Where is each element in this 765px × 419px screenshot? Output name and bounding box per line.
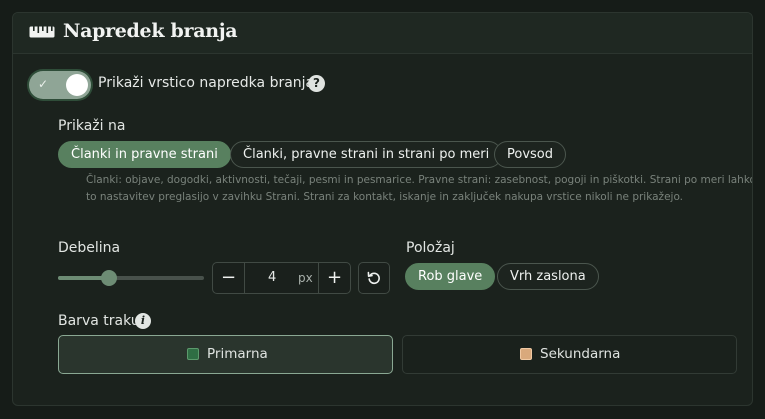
panel-title: Napredek branja [63,20,238,42]
question-icon[interactable]: ? [308,75,325,92]
thickness-input[interactable]: 4 [268,263,276,293]
slider-thumb[interactable] [101,270,118,286]
thickness-label: Debelina [58,240,121,256]
panel-header: Napredek branja [13,13,752,54]
reset-icon [367,271,380,285]
show-progress-label: Prikaži vrstico napredka branja [98,75,315,91]
bar-color-label: Barva traku [58,313,140,329]
show-progress-toggle[interactable]: ✓ [29,71,91,99]
thickness-unit: px [298,271,313,285]
decrement-button[interactable]: − [213,263,245,293]
ruler-icon [29,26,55,38]
increment-button[interactable]: + [318,263,350,293]
primary-swatch [187,348,199,360]
secondary-swatch [520,348,532,360]
thickness-slider[interactable] [58,270,204,286]
show-on-option-everywhere[interactable]: Povsod [494,141,567,168]
position-option-header-edge[interactable]: Rob glave [405,263,496,290]
check-icon: ✓ [38,77,49,91]
show-on-option-articles-legal-custom[interactable]: Članki, pravne strani in strani po meri [230,141,503,168]
info-icon[interactable]: i [135,313,151,329]
secondary-label: Sekundarna [540,346,621,362]
position-label: Položaj [406,240,455,256]
color-option-primary[interactable]: Primarna [58,335,393,374]
toggle-knob [66,74,88,96]
color-option-secondary[interactable]: Sekundarna [402,335,737,374]
show-on-label: Prikaži na [58,118,126,134]
primary-label: Primarna [207,346,268,362]
show-on-option-articles-legal[interactable]: Članki in pravne strani [58,141,231,168]
reading-progress-panel: Napredek branja ✓ Prikaži vrstico napred… [12,12,753,406]
show-on-hint: Članki: objave, dogodki, aktivnosti, teč… [86,174,753,203]
reset-button[interactable] [358,262,390,294]
thickness-stepper: − 4 px + [212,262,351,294]
position-option-screen-top[interactable]: Vrh zaslona [497,263,599,290]
